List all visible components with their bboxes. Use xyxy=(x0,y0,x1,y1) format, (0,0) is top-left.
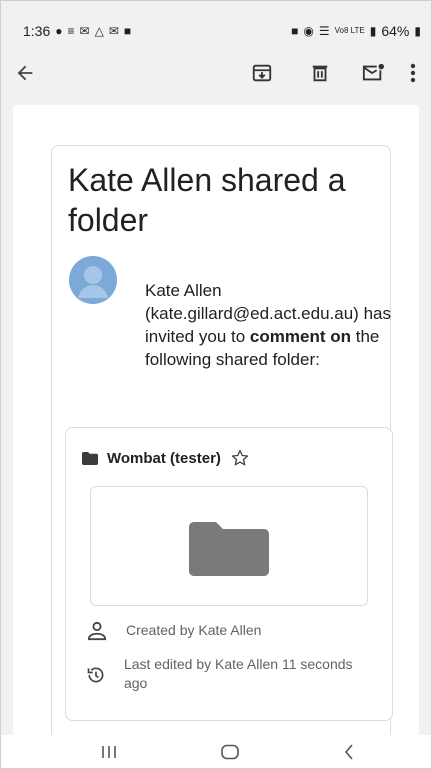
mail-notification-icon: ✉ xyxy=(108,24,119,38)
wifi-icon: ☰ xyxy=(318,24,330,38)
status-bar: 1:36 ● ≡ ✉ △ ✉ ■ ■ ◉ ☰ Vo8 LTE ▮ 64% ▮ xyxy=(1,1,431,43)
battery-percent: 64% xyxy=(381,23,410,39)
sender-name: Kate Allen xyxy=(145,281,222,300)
notification-icon: ≡ xyxy=(67,24,75,38)
mark-unread-button[interactable] xyxy=(357,57,389,89)
large-folder-icon xyxy=(189,522,269,576)
home-icon xyxy=(221,744,239,760)
person-avatar-icon xyxy=(69,256,117,304)
battery-icon: ▮ xyxy=(414,24,421,38)
archive-icon xyxy=(252,64,272,82)
folder-name[interactable]: Wombat (tester) xyxy=(107,450,221,467)
permission-level: comment on xyxy=(249,327,351,346)
back-nav-button[interactable] xyxy=(329,741,369,763)
invite-message: Kate Allen (kate.gillard@ed.act.edu.au) … xyxy=(145,279,395,371)
delete-button[interactable] xyxy=(304,57,336,89)
signal-icon: ▮ xyxy=(369,24,377,38)
notification-icon: ● xyxy=(55,24,63,38)
email-body: Kate Allen shared a folder Kate Allen (k… xyxy=(13,105,419,747)
status-time: 1:36 xyxy=(23,23,51,39)
back-button[interactable] xyxy=(9,57,41,89)
archive-button[interactable] xyxy=(246,57,278,89)
phone-screen: 1:36 ● ≡ ✉ △ ✉ ■ ■ ◉ ☰ Vo8 LTE ▮ 64% ▮ K… xyxy=(0,0,432,769)
folder-preview[interactable] xyxy=(90,486,368,606)
last-edited-text: Last edited by Kate Allen 11 seconds ago xyxy=(123,656,353,691)
back-arrow-icon xyxy=(17,65,33,81)
more-vert-icon xyxy=(410,63,416,83)
more-options-button[interactable] xyxy=(397,57,429,89)
recent-apps-icon xyxy=(102,746,116,758)
person-icon xyxy=(87,621,107,641)
system-nav-bar xyxy=(1,735,431,768)
mail-notification-icon: ✉ xyxy=(79,24,90,38)
back-chevron-icon xyxy=(344,744,353,760)
history-icon xyxy=(87,667,104,683)
home-button[interactable] xyxy=(210,741,250,763)
star-icon[interactable] xyxy=(230,448,250,468)
network-type: Vo8 LTE xyxy=(334,26,365,35)
created-by-text: Created by Kate Allen xyxy=(126,622,262,638)
last-edited-row: Last edited by Kate Allen 11 seconds ago xyxy=(86,655,356,693)
email-title: Kate Allen shared a folder xyxy=(68,162,346,238)
mute-icon: ◉ xyxy=(303,24,314,38)
drive-notification-icon: △ xyxy=(94,24,104,38)
share-notification-card: Kate Allen shared a folder Kate Allen (k… xyxy=(51,145,393,747)
folder-header: Wombat (tester) xyxy=(82,448,250,468)
folder-icon xyxy=(82,451,98,465)
mark-unread-icon xyxy=(362,63,384,81)
sender-email[interactable]: (kate.gillard@ed.act.edu.au) xyxy=(145,304,359,323)
alarm-icon: ■ xyxy=(291,24,299,38)
sender-avatar xyxy=(69,256,117,304)
app-bar xyxy=(1,43,431,105)
created-by-row: Created by Kate Allen xyxy=(86,621,261,641)
bag-notification-icon: ■ xyxy=(123,24,132,38)
delete-icon xyxy=(312,65,328,82)
recent-apps-button[interactable] xyxy=(89,741,129,763)
shared-folder-card[interactable]: Wombat (tester) Created by Kate Allen La… xyxy=(65,427,393,721)
